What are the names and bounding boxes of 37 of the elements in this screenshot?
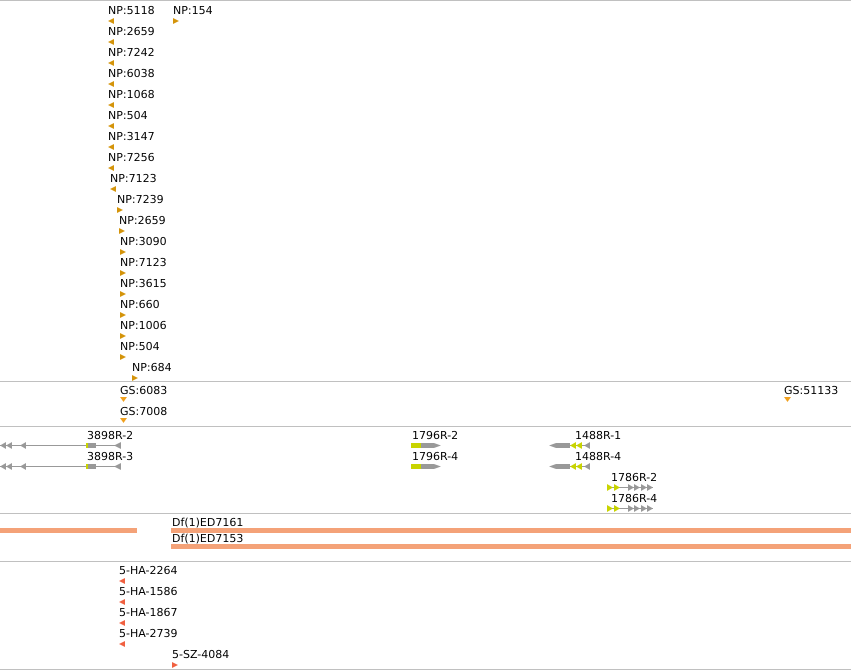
feature-label: 1786R-2 (611, 471, 658, 484)
feature-label: NP:6038 (108, 67, 155, 80)
feature-label: NP:684 (132, 361, 172, 374)
feature-label: NP:7123 (110, 172, 157, 185)
feature-label: 1786R-4 (611, 492, 658, 505)
feature-label: 3898R-3 (87, 450, 134, 463)
feature-label: NP:7242 (108, 46, 155, 59)
feature-label: NP:7239 (117, 193, 164, 206)
feature-label: NP:3090 (120, 235, 167, 248)
feature-label: 1796R-2 (412, 429, 458, 442)
feature-label: 5-HA-2739 (119, 627, 178, 640)
feature-label: NP:154 (173, 4, 213, 17)
feature-label: NP:1068 (108, 88, 155, 101)
feature-label: NP:504 (120, 340, 160, 353)
feature-label: 5-SZ-4084 (172, 648, 230, 661)
feature-label: NP:2659 (119, 214, 166, 227)
feature-label: 5-HA-1586 (119, 585, 178, 598)
feature-label: NP:660 (120, 298, 160, 311)
feature-label: NP:7256 (108, 151, 155, 164)
feature-label: Df(1)ED7161 (172, 516, 244, 529)
feature-label: 3898R-2 (87, 429, 134, 442)
feature-label: 1488R-1 (575, 429, 622, 442)
feature-label: NP:1006 (120, 319, 167, 332)
feature-label: 1488R-4 (575, 450, 622, 463)
feature-label: NP:3147 (108, 130, 155, 143)
feature-label: 5-HA-1867 (119, 606, 178, 619)
feature-label: NP:3615 (120, 277, 167, 290)
feature-label: 5-HA-2264 (119, 564, 178, 577)
feature-label: NP:5118 (108, 4, 155, 17)
feature-label: 1796R-4 (412, 450, 458, 463)
feature-label: Df(1)ED7153 (172, 532, 244, 545)
feature-label: NP:7123 (120, 256, 167, 269)
feature-label: GS:7008 (120, 405, 168, 418)
feature-label: GS:51133 (784, 384, 838, 397)
feature-label: GS:6083 (120, 384, 168, 397)
feature-label: NP:2659 (108, 25, 155, 38)
feature-label: NP:504 (108, 109, 148, 122)
